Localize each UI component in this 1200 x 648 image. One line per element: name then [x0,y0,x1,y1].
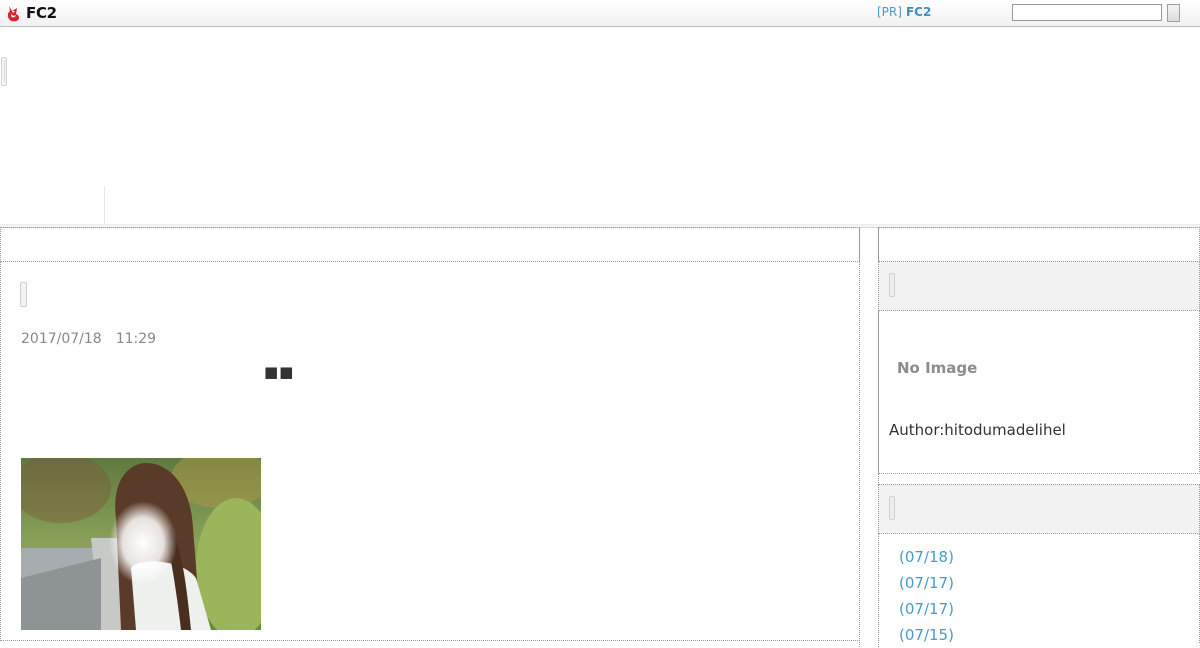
search-button[interactable] [1167,4,1180,22]
pr-fc2-link[interactable]: FC2 [906,5,931,19]
fc2-logo[interactable]: FC2 [6,4,57,22]
column-gutter [859,227,879,647]
recent-entry-link[interactable]: (07/17) [899,570,954,596]
entry-photo[interactable] [21,458,261,630]
profile-no-image: No Image [897,359,978,377]
blog-menu-bar [0,186,1200,225]
pr-ad-link[interactable]: [PR] FC2 [877,5,931,19]
recent-entries-header [878,484,1200,534]
pr-tag: [PR] [877,5,902,19]
profile-box-header [878,261,1200,311]
photo-woman-garden [21,458,261,630]
entry-title-glyphs: ■■ [264,363,295,381]
fc2-fox-icon [7,5,20,21]
recent-title-handle [889,496,895,520]
recent-entry-link[interactable]: (07/15) [899,622,954,648]
recent-entries-box: (07/18) (07/17) (07/17) (07/15) [878,533,1200,644]
search-input[interactable] [1012,4,1162,21]
sidebar-top [878,227,1200,262]
profile-box: No Image Author:hitodumadelihel [878,310,1200,474]
fc2-header-bar: FC2 [PR] FC2 [0,0,1200,27]
profile-title-handle [889,273,895,297]
recent-entry-link[interactable]: (07/17) [899,596,954,622]
entry-datetime: 2017/07/18 11:29 [21,331,156,347]
fc2-logo-text: FC2 [26,4,57,22]
entry-date: 2017/07/18 [21,331,102,347]
profile-author: Author:hitodumadelihel [889,421,1066,439]
main-column-top [0,227,860,262]
menu-item[interactable] [0,186,105,224]
entry-title-handle [20,282,27,307]
entry-time: 11:29 [115,331,157,347]
header-widget-handle [1,57,7,86]
recent-entries-list: (07/18) (07/17) (07/17) (07/15) [899,544,954,648]
recent-entry-link[interactable]: (07/18) [899,544,954,570]
